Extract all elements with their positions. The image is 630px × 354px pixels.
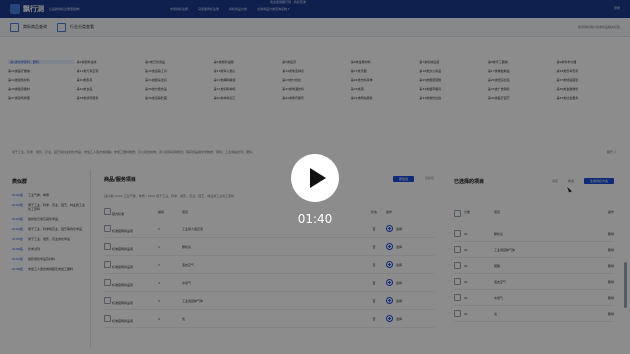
play-button[interactable]: [291, 154, 339, 202]
play-icon: [310, 168, 326, 188]
mouse-cursor-icon: [567, 185, 572, 193]
video-time: 01:40: [297, 212, 333, 226]
video-overlay: 01:40: [0, 0, 630, 354]
